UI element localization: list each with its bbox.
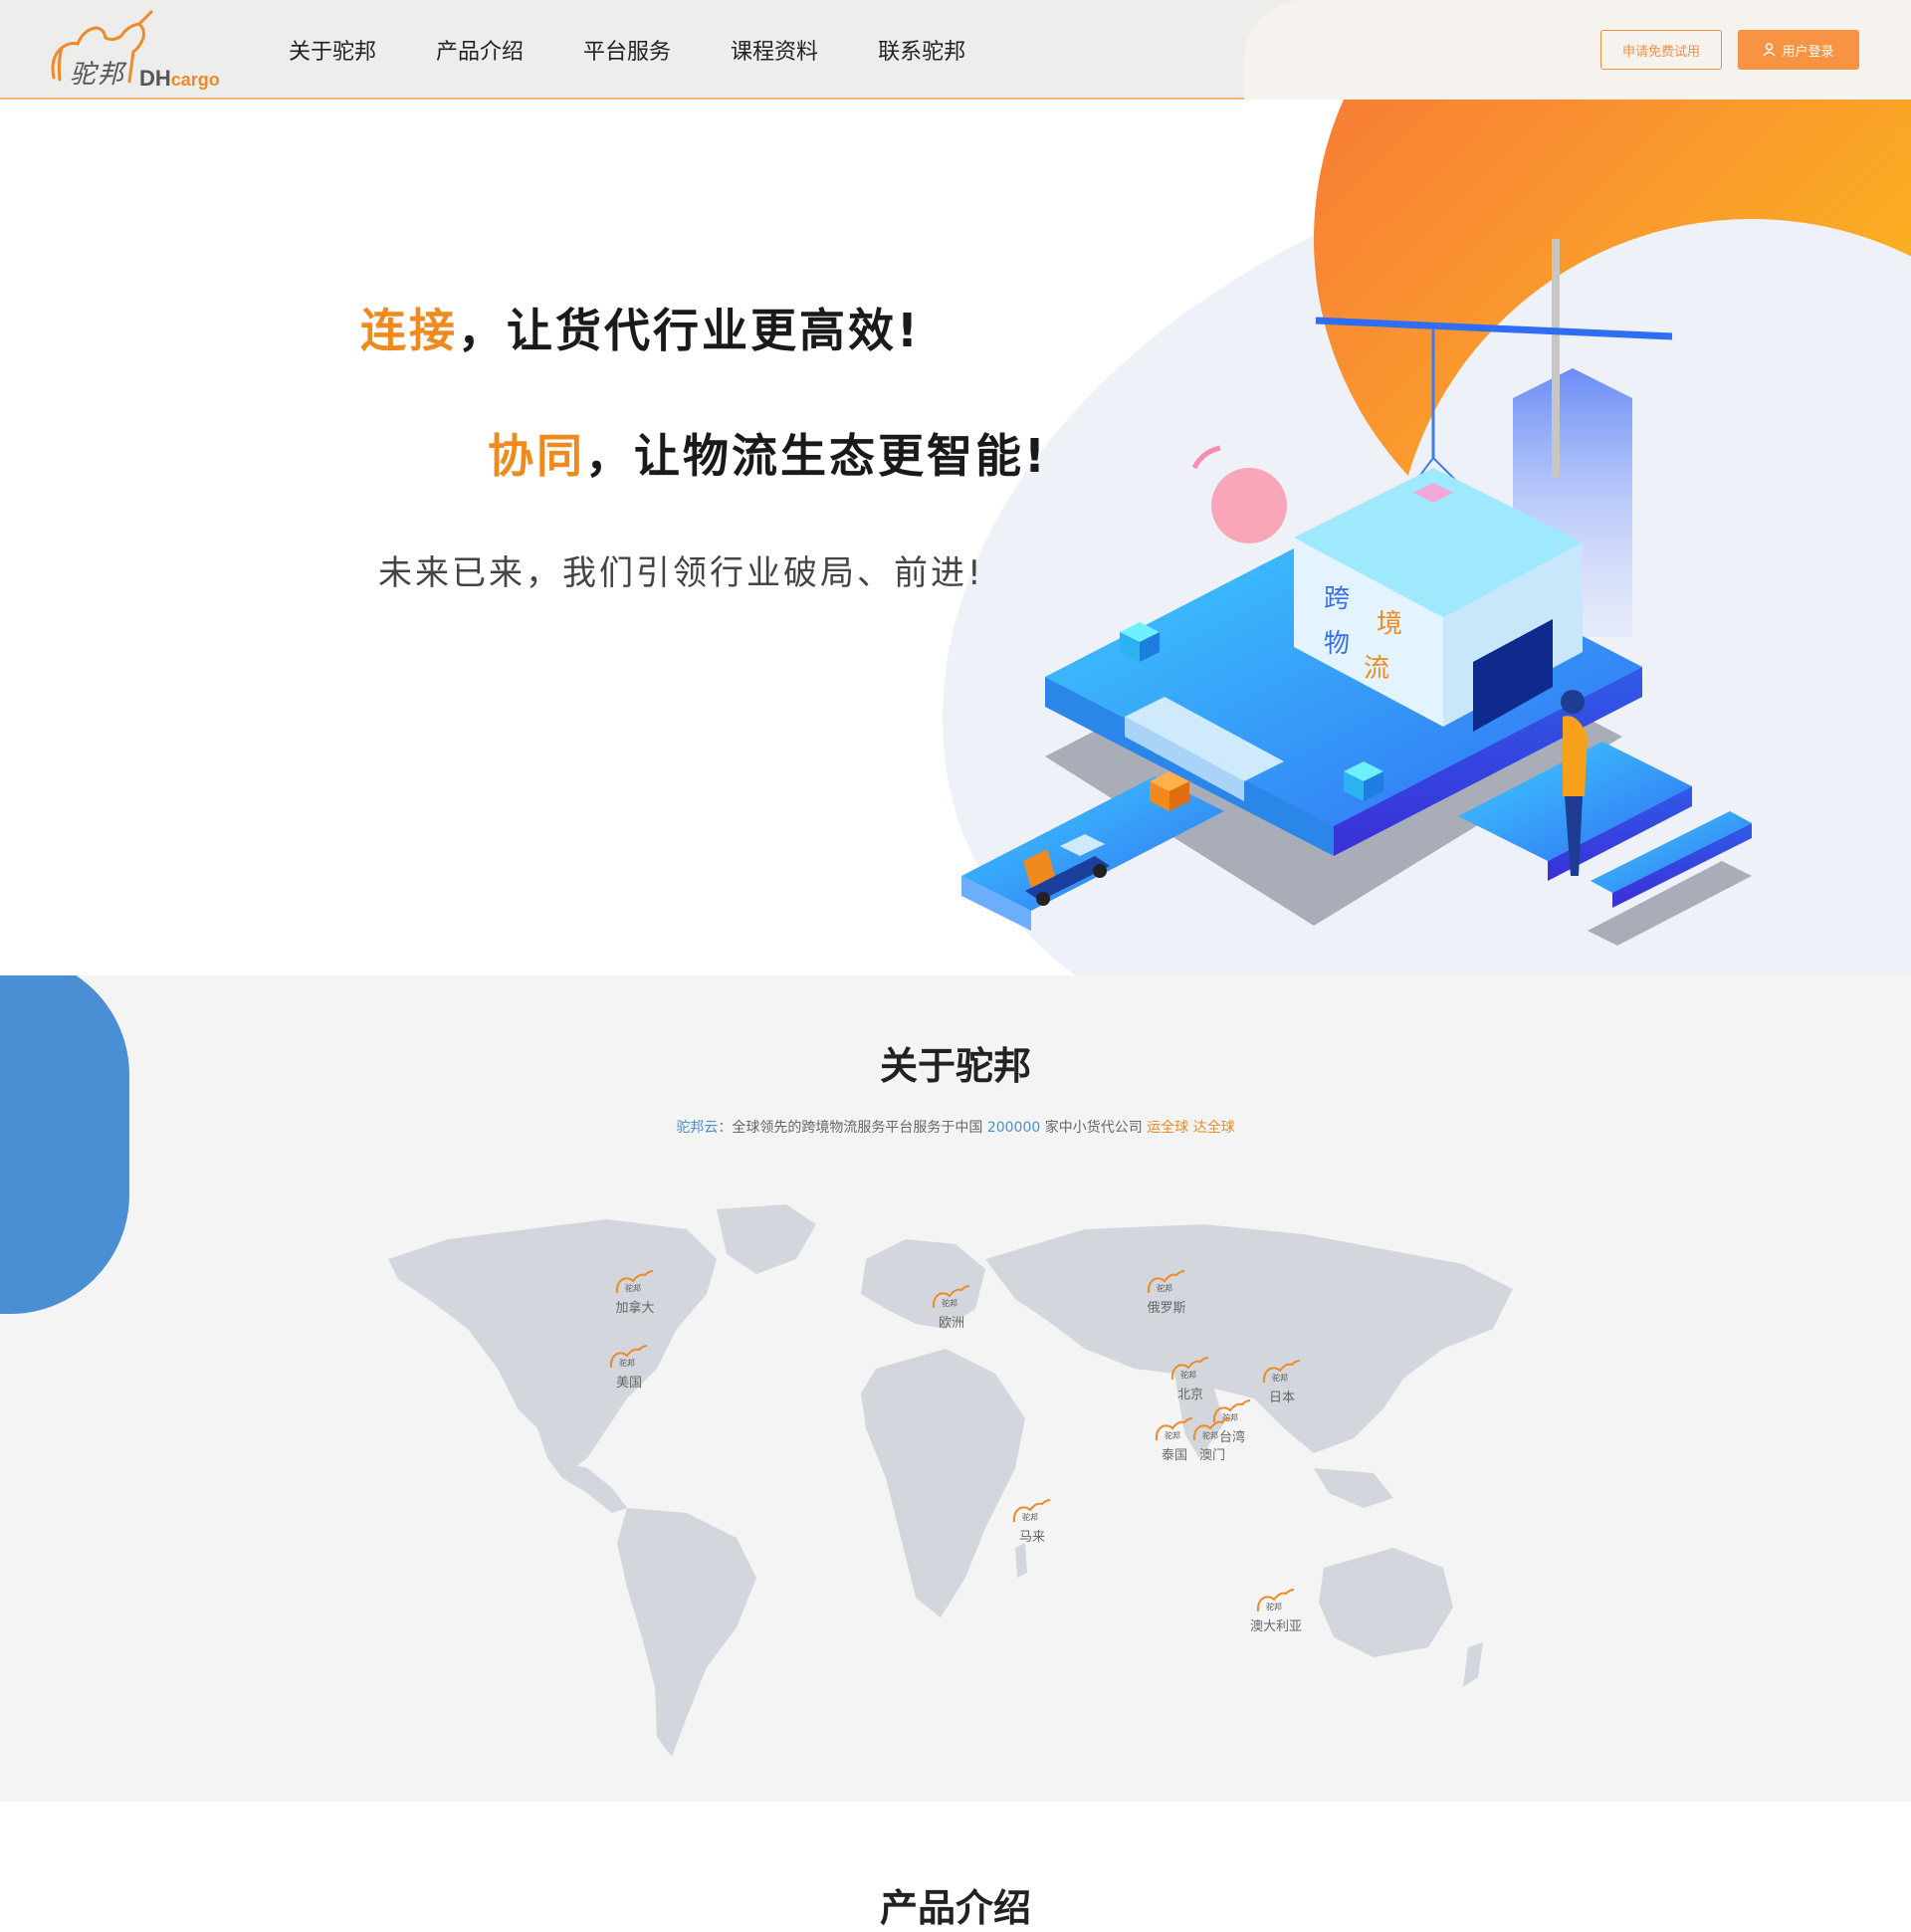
about-description: 驼邦云：全球领先的跨境物流服务平台服务于中国 200000 家中小货代公司 运全… (676, 1120, 1235, 1136)
svg-text:驼邦: 驼邦 (625, 1283, 641, 1293)
nav-about[interactable]: 关于驼邦 (289, 34, 376, 66)
sign-char-3: 物 (1324, 629, 1350, 659)
svg-text:驼邦: 驼邦 (942, 1298, 957, 1308)
map-marker-macau[interactable]: 驼邦 澳门 (1172, 1416, 1252, 1463)
hero-subtitle: 未来已来，我们引领行业破局、前进! (378, 553, 984, 593)
svg-text:驼邦: 驼邦 (1157, 1283, 1172, 1293)
camel-marker-icon: 驼邦 (1262, 1360, 1301, 1384)
camel-marker-icon: 驼邦 (932, 1285, 970, 1309)
camel-marker-icon: 驼邦 (609, 1345, 648, 1369)
map-marker-usa[interactable]: 驼邦 美国 (589, 1344, 669, 1391)
svg-text:驼邦: 驼邦 (1272, 1373, 1288, 1383)
logistics-isometric-illustration: 跨 境 物 流 (961, 239, 1752, 946)
hero-banner: 连接，让货代行业更高效! 协同，让物流生态更智能! 未来已来，我们引领行业破局、… (0, 100, 1911, 975)
svg-text:驼邦: 驼邦 (1202, 1430, 1218, 1440)
hero-headline-1: 连接，让货代行业更高效! (360, 304, 921, 357)
free-trial-label: 申请免费试用 (1621, 44, 1700, 60)
about-title: 关于驼邦 (879, 1044, 1031, 1088)
sign-char-4: 流 (1364, 654, 1389, 684)
login-button[interactable]: 用户登录 (1738, 30, 1859, 70)
about-blue-decoration (0, 975, 129, 1314)
login-label: 用户登录 (1782, 44, 1834, 60)
nav-contact[interactable]: 联系驼邦 (878, 34, 965, 66)
site-logo[interactable]: 驼邦 DHcargo (48, 8, 227, 92)
site-header: 驼邦 DHcargo 关于驼邦 产品介绍 平台服务 课程资料 联系驼邦 申请免费… (0, 0, 1911, 100)
map-marker-australia[interactable]: 驼邦 澳大利亚 (1236, 1588, 1316, 1634)
sign-char-1: 跨 (1324, 584, 1350, 614)
nav-courses[interactable]: 课程资料 (731, 34, 818, 66)
main-nav: 关于驼邦 产品介绍 平台服务 课程资料 联系驼邦 (289, 0, 1025, 100)
camel-marker-icon: 驼邦 (615, 1270, 654, 1294)
logo-chinese-name: 驼邦 (70, 60, 126, 90)
world-map: 驼邦 加拿大 驼邦 美国 驼邦 欧洲 驼邦 俄罗斯 驼邦 北京 驼邦 日本 驼邦… (388, 1199, 1523, 1777)
map-marker-europe[interactable]: 驼邦 欧洲 (912, 1284, 991, 1331)
svg-text:驼邦: 驼邦 (1022, 1512, 1038, 1522)
nav-services[interactable]: 平台服务 (583, 34, 671, 66)
nav-products[interactable]: 产品介绍 (436, 34, 524, 66)
camel-marker-icon: 驼邦 (1147, 1270, 1185, 1294)
svg-text:驼邦: 驼邦 (1266, 1602, 1282, 1611)
products-section: 产品介绍 (0, 1802, 1911, 1930)
user-icon (1763, 43, 1777, 57)
camel-marker-icon: 驼邦 (1012, 1499, 1051, 1523)
map-marker-canada[interactable]: 驼邦 加拿大 (595, 1269, 675, 1316)
svg-text:驼邦: 驼邦 (619, 1358, 635, 1368)
map-marker-malaysia[interactable]: 驼邦 马来 (992, 1498, 1072, 1545)
map-marker-russia[interactable]: 驼邦 俄罗斯 (1127, 1269, 1206, 1316)
camel-marker-icon: 驼邦 (1170, 1357, 1209, 1381)
products-title: 产品介绍 (879, 1886, 1031, 1930)
sign-char-2: 境 (1377, 609, 1402, 639)
camel-marker-icon: 驼邦 (1256, 1589, 1295, 1612)
map-marker-beijing[interactable]: 驼邦 北京 (1151, 1356, 1230, 1402)
logo-english-name: DHcargo (139, 66, 220, 91)
free-trial-button[interactable]: 申请免费试用 (1600, 30, 1722, 70)
about-section: 关于驼邦 驼邦云：全球领先的跨境物流服务平台服务于中国 200000 家中小货代… (0, 975, 1911, 1802)
svg-text:驼邦: 驼邦 (1180, 1370, 1196, 1380)
camel-marker-icon: 驼邦 (1192, 1417, 1231, 1441)
